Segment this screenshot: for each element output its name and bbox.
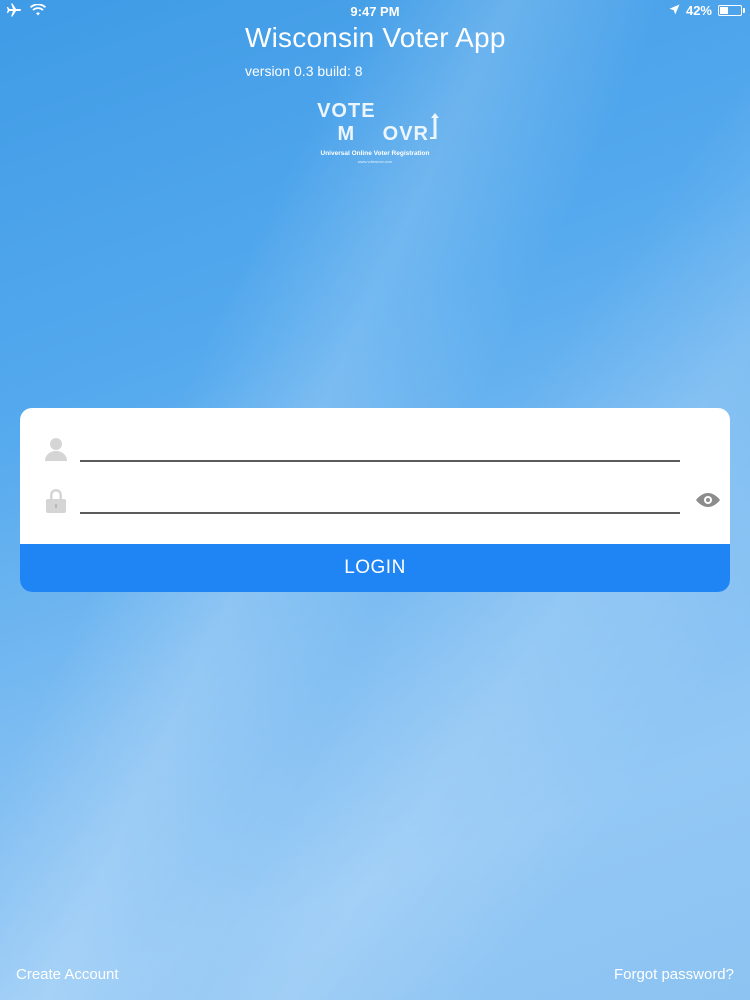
battery-icon: [718, 5, 745, 16]
login-button[interactable]: LOGIN: [20, 544, 730, 592]
battery-fill: [720, 7, 728, 14]
logo-word-left: VOTE M: [317, 100, 376, 145]
password-input[interactable]: [80, 486, 680, 514]
username-input[interactable]: [80, 434, 680, 462]
username-row: [20, 426, 730, 476]
logo-word-right: OVR: [382, 123, 429, 145]
battery-percent: 42%: [685, 3, 712, 18]
status-time: 9:47 PM: [350, 4, 400, 19]
status-right: 42%: [669, 3, 745, 18]
status-bar: 9:47 PM 42%: [0, 0, 750, 22]
app-version: version 0.3 build: 8: [245, 63, 363, 79]
logo-wordmark: VOTE M OVR: [310, 100, 440, 146]
create-account-link[interactable]: Create Account: [16, 966, 119, 983]
forgot-password-link[interactable]: Forgot password?: [614, 966, 734, 983]
logo-url: www.votemovr.com: [357, 159, 393, 164]
vote-movr-logo: VOTE M OVR Universal Online Voter Registr…: [310, 100, 440, 164]
logo-tagline: Universal Online Voter Registration: [320, 150, 430, 157]
app-title: Wisconsin Voter App: [245, 22, 506, 53]
up-arrow-icon: [430, 112, 440, 146]
lock-icon: [44, 488, 68, 514]
user-icon: [44, 436, 68, 462]
eye-icon[interactable]: [694, 492, 722, 508]
login-card: LOGIN: [20, 408, 730, 592]
location-arrow-icon: [669, 3, 680, 18]
password-row: [20, 478, 730, 528]
